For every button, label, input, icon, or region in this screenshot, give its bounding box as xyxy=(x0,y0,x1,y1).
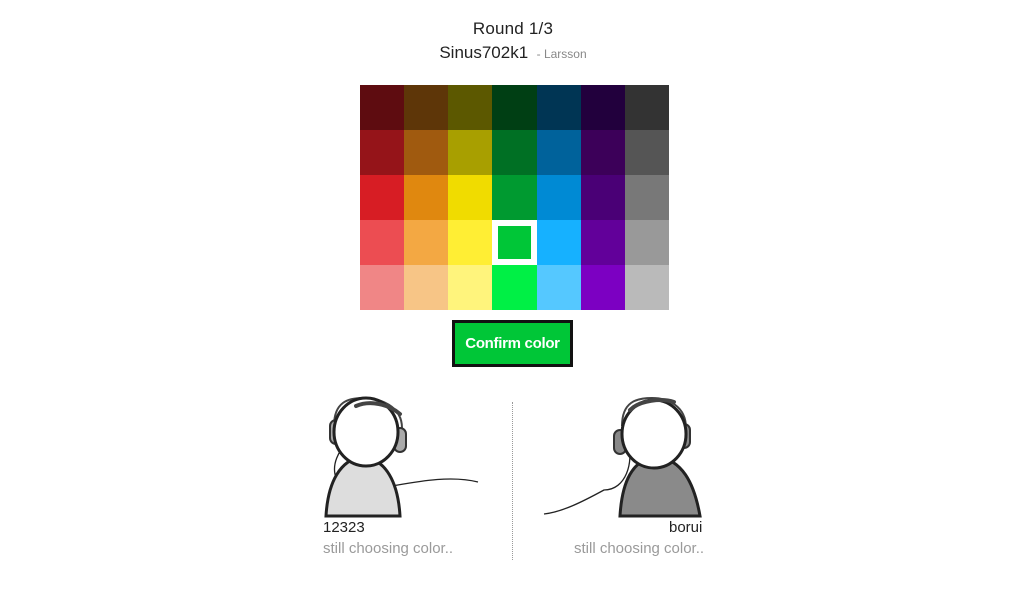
color-swatch[interactable] xyxy=(492,130,537,175)
color-swatch[interactable] xyxy=(360,220,405,265)
color-swatch[interactable] xyxy=(580,265,625,310)
players-divider xyxy=(512,402,513,560)
player-1-avatar xyxy=(324,396,479,518)
round-indicator: Round 1/3 xyxy=(472,19,554,38)
color-swatch[interactable] xyxy=(360,130,405,175)
color-swatch[interactable] xyxy=(360,265,405,310)
color-swatch[interactable] xyxy=(536,265,581,310)
player-1-name: 12323 xyxy=(323,519,365,536)
color-swatch[interactable] xyxy=(492,265,537,310)
color-swatch[interactable] xyxy=(448,265,493,310)
song-artist: - Larsson xyxy=(536,47,587,61)
color-swatch[interactable] xyxy=(624,130,669,175)
player-1-status: still choosing color.. xyxy=(323,540,454,557)
color-swatch[interactable] xyxy=(448,130,493,175)
color-swatch[interactable] xyxy=(404,220,449,265)
color-swatch[interactable] xyxy=(448,220,493,265)
color-swatch[interactable] xyxy=(448,85,493,130)
song-title: Sinus702k1 xyxy=(439,43,529,62)
color-swatch[interactable] xyxy=(536,220,581,265)
color-swatch[interactable] xyxy=(580,220,625,265)
color-swatch[interactable] xyxy=(624,265,669,310)
player-2-name: borui xyxy=(669,519,703,536)
color-swatch[interactable] xyxy=(536,175,581,220)
song-info: Sinus702k1 - Larsson xyxy=(0,42,1026,65)
confirm-color-button[interactable]: Confirm color xyxy=(452,320,573,367)
color-swatch[interactable] xyxy=(624,220,669,265)
color-swatch[interactable] xyxy=(624,175,669,220)
color-swatch[interactable] xyxy=(360,85,405,130)
player-2-status: still choosing color.. xyxy=(574,540,705,557)
color-swatch[interactable] xyxy=(404,130,449,175)
player-2-avatar xyxy=(543,396,702,518)
color-swatch[interactable] xyxy=(536,130,581,175)
color-swatch[interactable] xyxy=(404,175,449,220)
color-swatch[interactable] xyxy=(536,85,581,130)
color-swatch[interactable] xyxy=(404,85,449,130)
color-swatch[interactable] xyxy=(580,130,625,175)
color-swatch[interactable] xyxy=(360,175,405,220)
color-swatch[interactable] xyxy=(580,175,625,220)
color-swatch-selected[interactable] xyxy=(492,220,537,265)
color-swatch[interactable] xyxy=(448,175,493,220)
color-swatch[interactable] xyxy=(492,175,537,220)
color-swatch[interactable] xyxy=(492,85,537,130)
round-header: Round 1/3 Sinus702k1 - Larsson xyxy=(0,18,1026,65)
color-swatch[interactable] xyxy=(404,265,449,310)
color-palette xyxy=(360,85,669,310)
color-swatch[interactable] xyxy=(624,85,669,130)
color-swatch[interactable] xyxy=(580,85,625,130)
